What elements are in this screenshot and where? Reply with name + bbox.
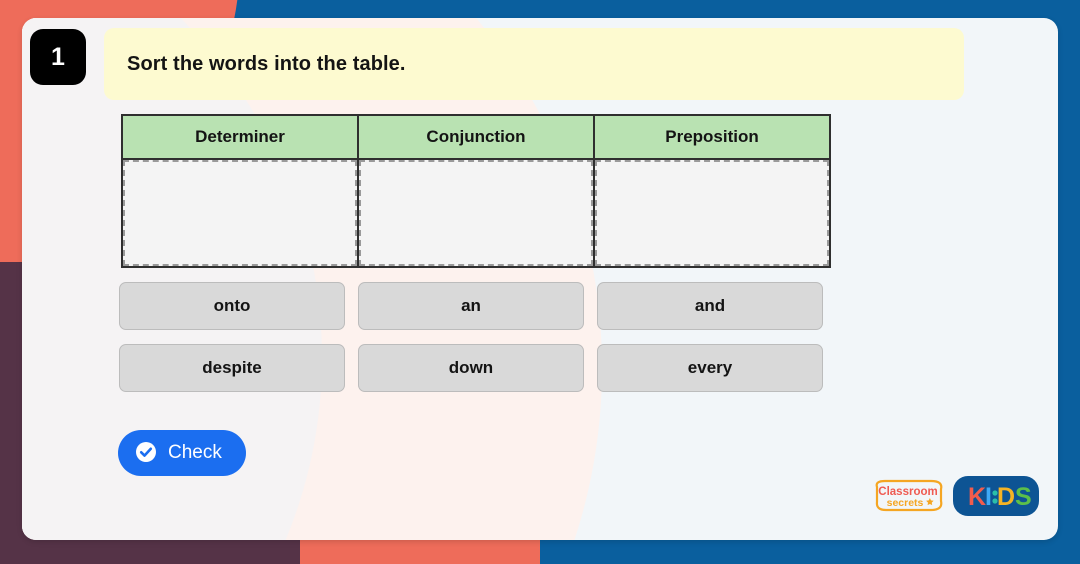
activity-card: 1 Sort the words into the table. Determi…	[22, 18, 1058, 540]
question-prompt: Sort the words into the table.	[127, 52, 406, 75]
check-button-label: Check	[168, 442, 222, 463]
table-header-row: Determiner Conjunction Preposition	[121, 114, 831, 160]
brand-logo: Classroom secrets K I D S	[873, 473, 1040, 524]
word-tile[interactable]: and	[597, 282, 823, 330]
word-tile[interactable]: despite	[119, 344, 345, 392]
table-cell-determiner[interactable]	[121, 158, 359, 268]
dropzone-conjunction[interactable]	[359, 160, 593, 266]
decorative-bottom-blue-bar	[540, 540, 1080, 564]
classroom-secrets-wordmark-icon: Classroom secrets	[873, 479, 945, 518]
word-tile[interactable]: down	[358, 344, 584, 392]
check-button[interactable]: Check	[118, 430, 246, 476]
table-dropzone-row	[121, 158, 831, 268]
svg-text:secrets: secrets	[887, 497, 924, 509]
sorting-table: Determiner Conjunction Preposition	[121, 114, 831, 268]
lesson-screen: 1 Sort the words into the table. Determi…	[0, 0, 1080, 564]
svg-text:I: I	[985, 483, 992, 511]
word-tile[interactable]: onto	[119, 282, 345, 330]
question-banner: Sort the words into the table.	[104, 28, 964, 100]
table-cell-preposition[interactable]	[593, 158, 831, 268]
check-circle-icon	[135, 441, 157, 466]
dropzone-determiner[interactable]	[123, 160, 357, 266]
kids-logo-icon: K I D S	[952, 473, 1040, 524]
decorative-bottom-coral-bar	[300, 540, 540, 564]
column-header-conjunction: Conjunction	[357, 114, 595, 160]
word-tile[interactable]: every	[597, 344, 823, 392]
word-tile-tray: onto an and despite down every	[119, 282, 835, 392]
question-number-badge: 1	[30, 29, 86, 85]
svg-text:D: D	[997, 483, 1015, 511]
word-tile[interactable]: an	[358, 282, 584, 330]
dropzone-preposition[interactable]	[595, 160, 829, 266]
question-number: 1	[51, 42, 65, 71]
table-cell-conjunction[interactable]	[357, 158, 595, 268]
decorative-bottom-purple-bar	[0, 540, 300, 564]
column-header-preposition: Preposition	[593, 114, 831, 160]
svg-text:K: K	[968, 483, 986, 511]
column-header-determiner: Determiner	[121, 114, 359, 160]
svg-text:S: S	[1015, 483, 1032, 511]
